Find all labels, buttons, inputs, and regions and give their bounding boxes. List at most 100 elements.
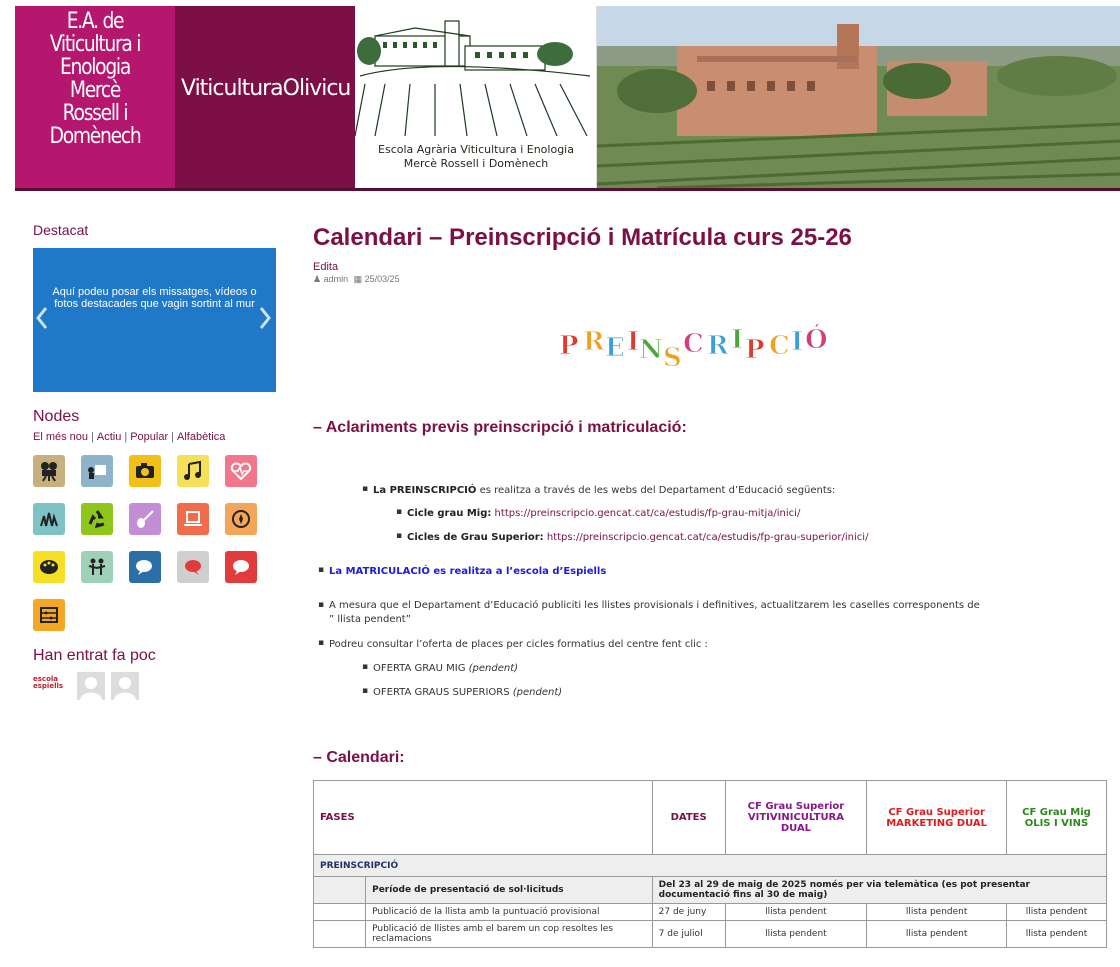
banner-letter: Ó <box>805 323 828 355</box>
logo-line: Mercè Rossell i Domènech <box>403 157 549 170</box>
header-photo <box>597 6 1120 188</box>
table-row: Publicació de llistes amb el barem un co… <box>312 920 1108 948</box>
school-name-line: Rossell i <box>62 101 129 126</box>
row-status: llista pendent <box>1005 903 1108 921</box>
people-icon[interactable] <box>81 551 113 583</box>
chevron-left-icon[interactable] <box>35 306 49 330</box>
preinscripcio-banner: P R E I N S C R I P C I Ó <box>559 323 828 374</box>
tab-popular[interactable]: Popular <box>130 431 168 443</box>
lists-update-line: A mesura que el Departament d’Educació p… <box>329 600 980 611</box>
banner-letter: C <box>769 331 790 361</box>
calendar-icon: ▦ <box>353 274 363 284</box>
offer-graus-superiors-text[interactable]: OFERTA GRAUS SUPERIORS <box>373 687 513 698</box>
lists-update-line: ” llista pendent” <box>329 614 411 625</box>
avatar[interactable] <box>77 672 105 700</box>
row-status: llista pendent <box>724 920 868 948</box>
school-building-drawing <box>355 20 591 137</box>
chat-icon[interactable] <box>129 551 161 583</box>
banner-letter: I <box>627 327 639 357</box>
col-header-vitivinicultura: CF Grau Superior VITIVINICULTURA DUAL <box>724 780 868 855</box>
row-status: llista pendent <box>724 903 868 921</box>
banner-letter: P <box>745 335 765 365</box>
featured-slider[interactable]: Aquí podeu posar els missatges, vídeos o… <box>33 248 276 392</box>
banner-letter: S <box>663 343 682 373</box>
table-cell <box>312 876 367 904</box>
film-camera-icon[interactable] <box>33 455 65 487</box>
list-item-preinscription: La PREINSCRIPCIÓ es realitza a través de… <box>362 484 835 496</box>
music-icon[interactable] <box>177 455 209 487</box>
list-item-grau-mig: Cicle grau Mig: https://preinscripcio.ge… <box>396 507 801 519</box>
offer-grau-mig-status: (pendent) <box>468 663 519 674</box>
list-item-matriculation[interactable]: La MATRICULACIÓ es realitza a l’escola d… <box>318 565 606 577</box>
tab-active[interactable]: Actiu <box>97 431 121 443</box>
col-header-olis-vins: CF Grau Mig OLIS I VINS <box>1005 780 1108 855</box>
avatar[interactable] <box>111 672 139 700</box>
recycle-icon[interactable] <box>81 503 113 535</box>
site-name[interactable]: ViticulturaOlivicu <box>175 6 355 188</box>
plants-icon[interactable] <box>33 503 65 535</box>
site-header: E.A. de Viticultura i Enologia Mercè Ros… <box>15 6 1120 191</box>
grau-superior-label: Cicles de Grau Superior: <box>407 532 544 543</box>
table-header-row: FASES DATES CF Grau Superior VITIVINICUL… <box>313 780 1108 855</box>
list-item-lists-update: A mesura que el Departament d’Educació p… <box>318 598 980 627</box>
row-status: llista pendent <box>866 920 1007 948</box>
post-author[interactable]: admin <box>324 274 349 284</box>
abacus-icon[interactable] <box>33 599 65 631</box>
row-date: 7 de juliol <box>651 920 726 948</box>
logo-text: Escola Agrària Viticultura i Enologia Me… <box>355 143 596 171</box>
period-label: Període de presentació de sol·licituds <box>365 876 653 904</box>
post-date: 25/03/25 <box>364 274 400 284</box>
school-logo[interactable]: Escola Agrària Viticultura i Enologia Me… <box>355 6 597 188</box>
node-tabs: El més nou | Actiu | Popular | Alfabètica <box>33 431 225 443</box>
table-section-row: PREINSCRIPCIÓ <box>313 854 1107 877</box>
list-item-grau-superior: Cicles de Grau Superior: https://preinsc… <box>396 531 869 543</box>
camera-icon[interactable] <box>129 455 161 487</box>
section-heading-clarifications: – Aclariments previs preinscripció i mat… <box>313 419 687 436</box>
logo-line: Escola Agrària Viticultura i Enologia <box>378 143 574 156</box>
featured-text: Aquí podeu posar els missatges, vídeos o… <box>52 286 257 310</box>
col-header-dates: DATES <box>651 780 726 855</box>
nodes-heading: Nodes <box>33 408 80 425</box>
projector-icon[interactable] <box>81 455 113 487</box>
avatar[interactable]: escola espiells <box>33 672 63 700</box>
chat-red-icon[interactable] <box>177 551 209 583</box>
chevron-right-icon[interactable] <box>258 306 272 330</box>
row-label: Publicació de la llista amb la puntuació… <box>365 903 653 921</box>
post-meta: ♟ admin ▦ 25/03/25 <box>313 274 400 285</box>
tab-separator: | <box>124 431 128 443</box>
tab-newest[interactable]: El més nou <box>33 431 88 443</box>
tab-separator: | <box>91 431 94 443</box>
list-item-offer-graus-superiors: OFERTA GRAUS SUPERIORS (pendent) <box>362 686 562 698</box>
row-date: 27 de juny <box>651 903 726 921</box>
chat-bubble-icon[interactable] <box>225 551 257 583</box>
calendar-table: FASES DATES CF Grau Superior VITIVINICUL… <box>312 780 1108 948</box>
palette-icon[interactable] <box>33 551 65 583</box>
table-cell <box>312 903 367 921</box>
guitar-icon[interactable] <box>129 503 161 535</box>
edit-link[interactable]: Edita <box>313 261 338 273</box>
tab-separator: | <box>171 431 174 443</box>
period-dates: Del 23 al 29 de maig de 2025 només per v… <box>651 876 1108 904</box>
table-row: Publicació de la llista amb la puntuació… <box>312 903 1108 921</box>
grau-mig-link[interactable]: https://preinscripcio.gencat.cat/ca/estu… <box>491 508 801 519</box>
banner-letter: R <box>583 327 605 357</box>
row-label: Publicació de llistes amb el barem un co… <box>365 920 653 948</box>
section-heading-calendar: – Calendari: <box>313 749 405 766</box>
offer-grau-mig-text[interactable]: OFERTA GRAU MIG <box>373 663 469 674</box>
section-label: PREINSCRIPCIÓ <box>313 854 1107 877</box>
laptop-icon[interactable] <box>177 503 209 535</box>
row-status: llista pendent <box>866 903 1007 921</box>
row-status: llista pendent <box>1005 920 1108 948</box>
grau-superior-link[interactable]: https://preinscripcio.gencat.cat/ca/estu… <box>544 532 869 543</box>
banner-letter: E <box>605 333 625 363</box>
col-header-marketing: CF Grau Superior MARKETING DUAL <box>866 780 1007 855</box>
compass-icon[interactable] <box>225 503 257 535</box>
preinscription-text: es realitza a través de les webs del Dep… <box>476 485 832 496</box>
table-cell <box>312 920 367 948</box>
grau-mig-label: Cicle grau Mig: <box>407 508 492 519</box>
banner-letter: I <box>731 325 743 355</box>
school-name-line: E.A. de <box>66 9 125 34</box>
tab-alphabetical[interactable]: Alfabètica <box>177 431 225 443</box>
school-name[interactable]: E.A. de Viticultura i Enologia Mercè Ros… <box>15 6 175 188</box>
heartbeat-icon[interactable] <box>225 455 257 487</box>
